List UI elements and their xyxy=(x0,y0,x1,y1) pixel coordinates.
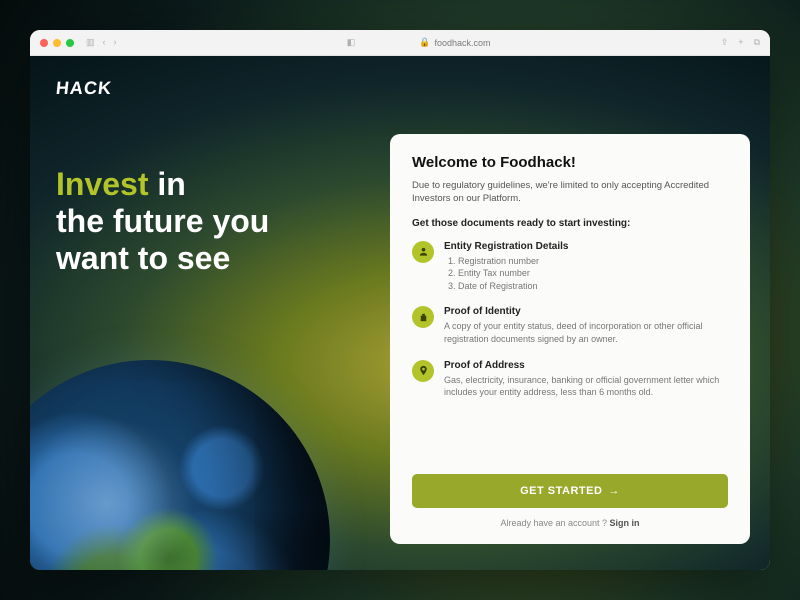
page-content: HACK Invest in the future you want to se… xyxy=(30,56,770,570)
reader-mode-icon[interactable]: ◧ xyxy=(347,37,356,48)
hero-headline: Invest in the future you want to see xyxy=(56,166,269,276)
sidebar-toggle-icon[interactable]: ▥ xyxy=(86,37,95,48)
requirement-proof-address: Proof of Address Gas, electricity, insur… xyxy=(412,360,728,399)
address-bar[interactable]: 🔒 foodhack.com xyxy=(419,37,490,48)
maximize-window-icon[interactable] xyxy=(66,39,74,47)
headline-line2: the future you xyxy=(56,203,269,239)
requirement-entity-registration: Entity Registration Details Registration… xyxy=(412,241,728,293)
requirement-desc: A copy of your entity status, deed of in… xyxy=(444,320,728,345)
location-pin-icon xyxy=(412,360,434,382)
list-item: Registration number xyxy=(458,255,728,268)
share-icon[interactable]: ⇪ xyxy=(721,37,729,48)
headline-accent: Invest xyxy=(56,166,148,202)
card-subtitle: Due to regulatory guidelines, we're limi… xyxy=(412,179,728,206)
signin-link[interactable]: Sign in xyxy=(610,518,640,528)
list-item: Entity Tax number xyxy=(458,267,728,280)
requirement-title: Proof of Identity xyxy=(444,306,728,317)
person-icon xyxy=(412,241,434,263)
browser-window: ▥ ‹ › ◧ 🔒 foodhack.com ⇪ + ⧉ HACK Invest… xyxy=(30,30,770,570)
tabs-icon[interactable]: ⧉ xyxy=(754,37,760,48)
browser-chrome: ▥ ‹ › ◧ 🔒 foodhack.com ⇪ + ⧉ xyxy=(30,30,770,56)
arrow-right-icon: → xyxy=(608,485,620,497)
headline-line3: want to see xyxy=(56,240,230,276)
requirement-title: Proof of Address xyxy=(444,360,728,371)
get-started-button[interactable]: GET STARTED → xyxy=(412,474,728,508)
onboarding-card: Welcome to Foodhack! Due to regulatory g… xyxy=(390,134,750,544)
forward-icon[interactable]: › xyxy=(114,37,117,48)
brand-logo: HACK xyxy=(55,78,113,99)
minimize-window-icon[interactable] xyxy=(53,39,61,47)
headline-line1-rest: in xyxy=(148,166,185,202)
list-item: Date of Registration xyxy=(458,280,728,293)
url-host: foodhack.com xyxy=(434,38,490,48)
close-window-icon[interactable] xyxy=(40,39,48,47)
new-tab-icon[interactable]: + xyxy=(738,37,743,48)
signin-prompt: Already have an account ? xyxy=(500,518,609,528)
signin-row: Already have an account ? Sign in xyxy=(412,518,728,528)
requirement-desc: Registration number Entity Tax number Da… xyxy=(444,255,728,293)
requirement-title: Entity Registration Details xyxy=(444,241,728,252)
back-icon[interactable]: ‹ xyxy=(103,37,106,48)
cta-label: GET STARTED xyxy=(520,485,602,497)
lock-icon: 🔒 xyxy=(419,37,430,48)
requirement-desc: Gas, electricity, insurance, banking or … xyxy=(444,374,728,399)
requirement-proof-identity: Proof of Identity A copy of your entity … xyxy=(412,306,728,345)
card-instruction: Get those documents ready to start inves… xyxy=(412,218,728,229)
earth-illustration xyxy=(30,360,330,570)
card-title: Welcome to Foodhack! xyxy=(412,154,728,171)
window-controls xyxy=(40,39,74,47)
building-icon xyxy=(412,306,434,328)
